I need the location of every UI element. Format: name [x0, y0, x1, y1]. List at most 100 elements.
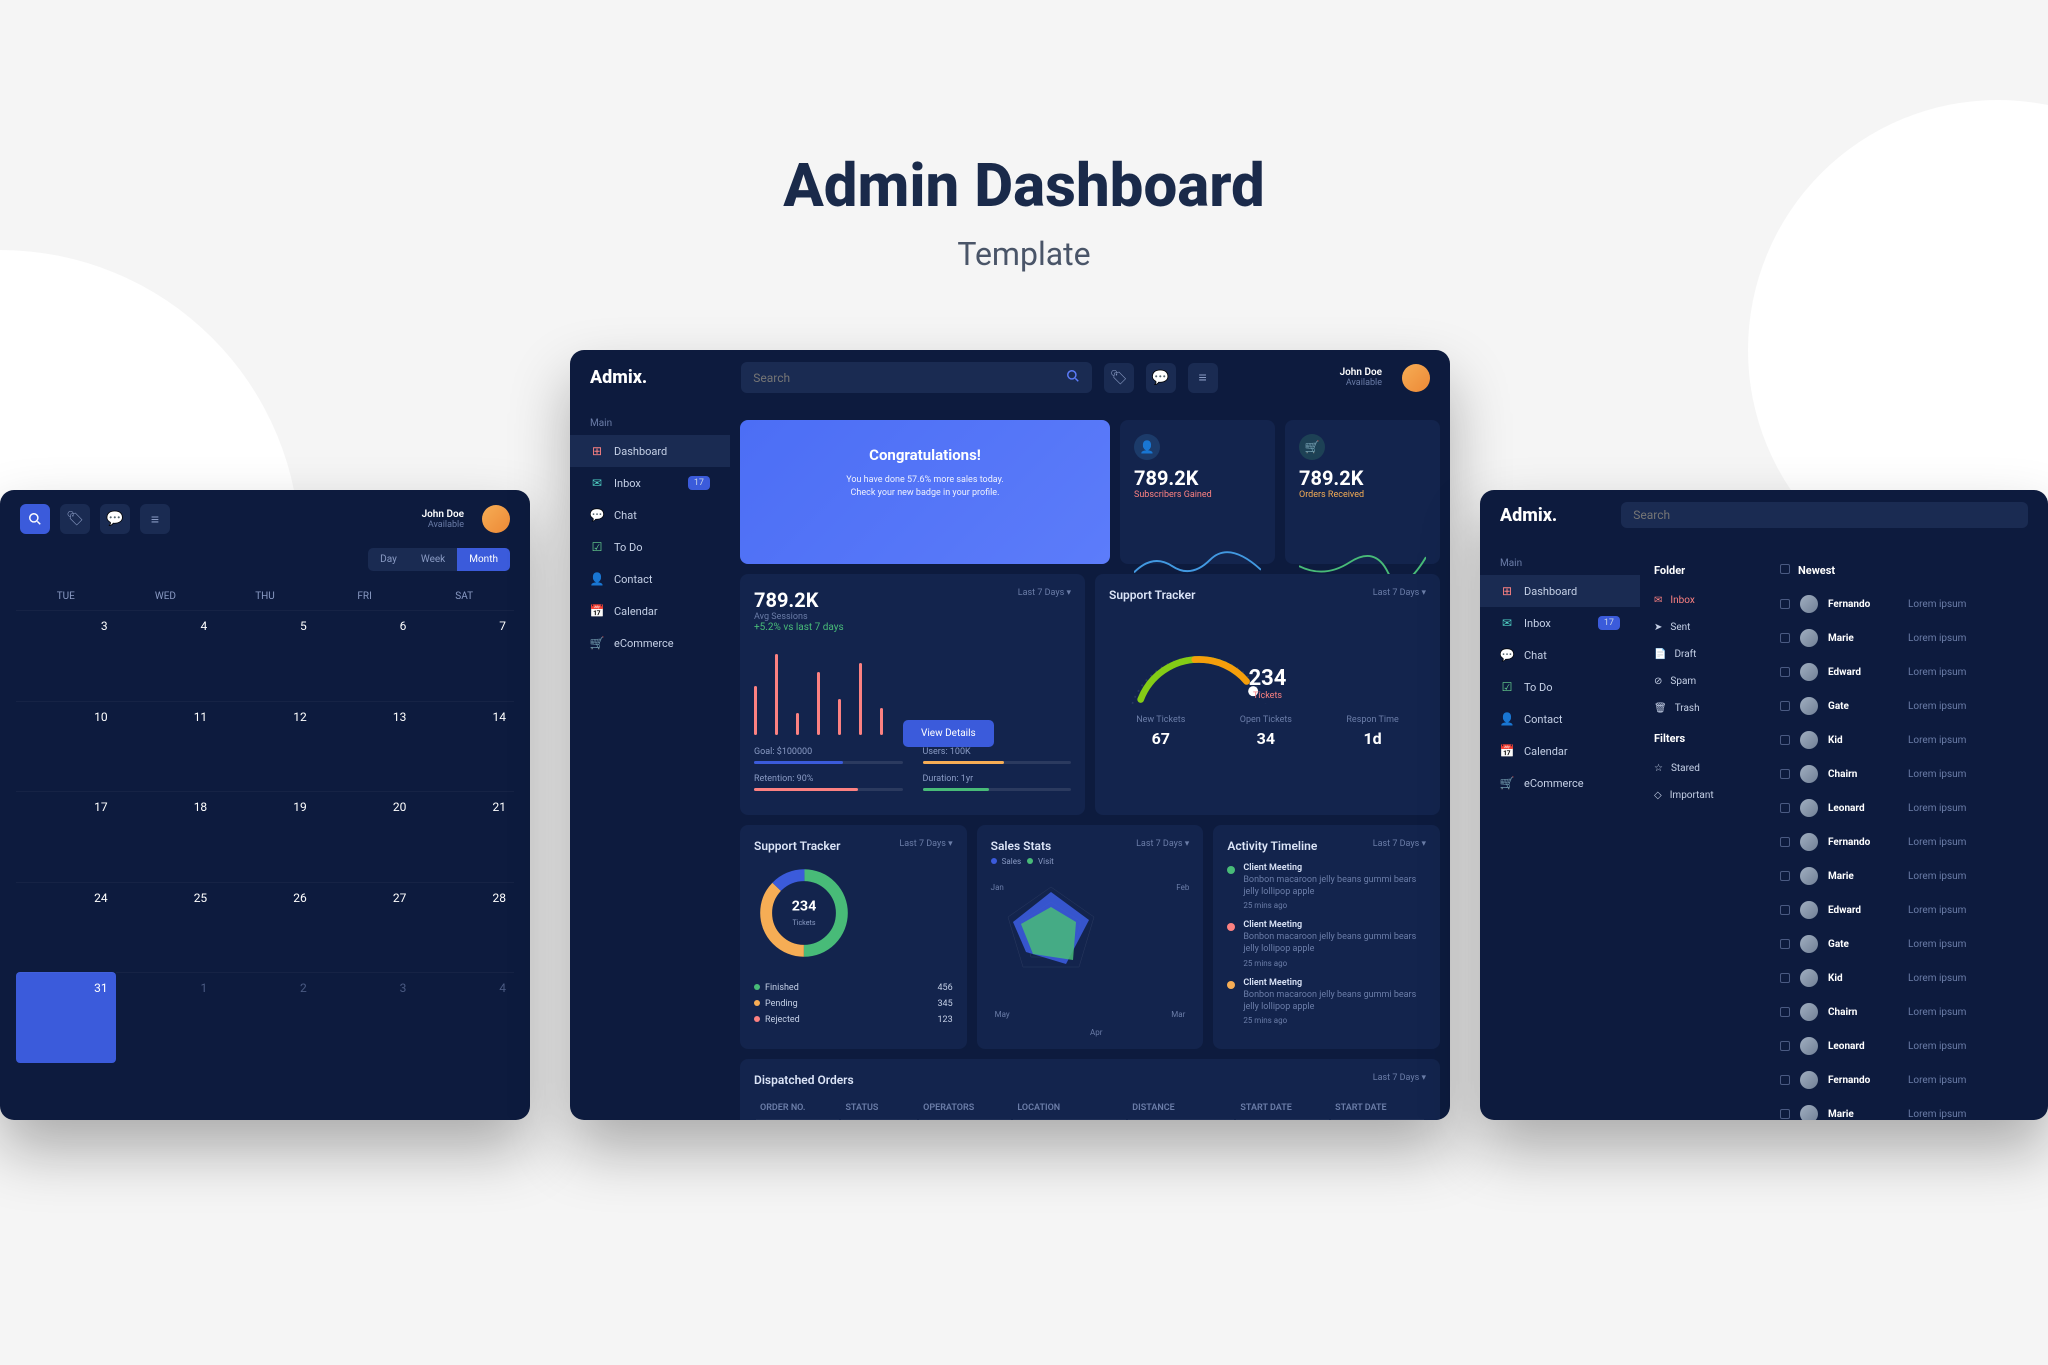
sidebar-item-to-do[interactable]: ☑To Do [1480, 671, 1640, 703]
sidebar-item-dashboard[interactable]: ⊞Dashboard [570, 435, 730, 467]
checkbox[interactable] [1780, 803, 1790, 813]
sidebar-item-chat[interactable]: 💬Chat [1480, 639, 1640, 671]
tag-icon[interactable]: 🏷 [60, 504, 90, 534]
checkbox[interactable] [1780, 939, 1790, 949]
period-dropdown[interactable]: Last 7 Days ▾ [1373, 1073, 1426, 1087]
chat-icon[interactable]: 💬 [100, 504, 130, 534]
calendar-cell[interactable]: 21 [414, 791, 514, 882]
sidebar-item-calendar[interactable]: 📅Calendar [570, 595, 730, 627]
message-row[interactable]: FernandoLorem ipsum [1760, 1063, 2048, 1097]
calendar-cell[interactable]: 25 [116, 882, 216, 973]
message-row[interactable]: EdwardLorem ipsum [1760, 893, 2048, 927]
period-dropdown[interactable]: Last 7 Days ▾ [1373, 588, 1426, 602]
sidebar-item-calendar[interactable]: 📅Calendar [1480, 735, 1640, 767]
calendar-cell[interactable]: 31 [16, 972, 116, 1063]
calendar-cell[interactable]: 3 [315, 972, 415, 1063]
calendar-cell[interactable]: 12 [215, 701, 315, 792]
checkbox[interactable] [1780, 1109, 1790, 1119]
checkbox[interactable] [1780, 735, 1790, 745]
calendar-cell[interactable]: 2 [215, 972, 315, 1063]
message-row[interactable]: FernandoLorem ipsum [1760, 825, 2048, 859]
message-row[interactable]: EdwardLorem ipsum [1760, 655, 2048, 689]
search-input[interactable] [753, 371, 1065, 385]
search-input[interactable] [1633, 508, 2016, 522]
checkbox[interactable] [1780, 1075, 1790, 1085]
calendar-cell[interactable]: 19 [215, 791, 315, 882]
message-row[interactable]: MarieLorem ipsum [1760, 1097, 2048, 1120]
sidebar-item-contact[interactable]: 👤Contact [1480, 703, 1640, 735]
checkbox[interactable] [1780, 667, 1790, 677]
period-dropdown[interactable]: Last 7 Days ▾ [1373, 839, 1426, 853]
view-week[interactable]: Week [409, 548, 457, 571]
folder-trash[interactable]: 🗑Trash [1640, 695, 1760, 722]
user-box[interactable]: John Doe Available [422, 509, 464, 530]
brand-logo[interactable]: Admix. [590, 367, 647, 388]
calendar-cell[interactable]: 17 [16, 791, 116, 882]
view-details-button[interactable]: View Details [903, 720, 994, 747]
period-dropdown[interactable]: Last 7 Days ▾ [1136, 839, 1189, 853]
user-box[interactable]: John Doe Available [1340, 367, 1382, 388]
calendar-cell[interactable]: 4 [116, 610, 216, 701]
tag-icon[interactable]: 🏷 [1104, 363, 1134, 393]
calendar-cell[interactable]: 7 [414, 610, 514, 701]
sidebar-item-inbox[interactable]: ✉Inbox17 [1480, 607, 1640, 639]
sidebar-item-ecommerce[interactable]: 🛒eCommerce [1480, 767, 1640, 799]
sidebar-item-dashboard[interactable]: ⊞Dashboard [1480, 575, 1640, 607]
folder-draft[interactable]: 📄Draft [1640, 641, 1760, 668]
sidebar-item-chat[interactable]: 💬Chat [570, 499, 730, 531]
chat-icon[interactable]: 💬 [1146, 363, 1176, 393]
avatar[interactable] [1402, 364, 1430, 392]
folder-inbox[interactable]: ✉Inbox [1640, 587, 1760, 614]
checkbox[interactable] [1780, 837, 1790, 847]
period-dropdown[interactable]: Last 7 Days ▾ [899, 839, 952, 853]
calendar-cell[interactable]: 10 [16, 701, 116, 792]
calendar-cell[interactable]: 14 [414, 701, 514, 792]
message-row[interactable]: MarieLorem ipsum [1760, 859, 2048, 893]
sidebar-item-contact[interactable]: 👤Contact [570, 563, 730, 595]
calendar-cell[interactable]: 18 [116, 791, 216, 882]
brand-logo[interactable]: Admix. [1500, 505, 1557, 526]
message-row[interactable]: LeonardLorem ipsum [1760, 1029, 2048, 1063]
filter-important[interactable]: ◇Important [1640, 782, 1760, 809]
folder-sent[interactable]: ➤Sent [1640, 614, 1760, 641]
search-icon[interactable] [20, 504, 50, 534]
calendar-cell[interactable]: 24 [16, 882, 116, 973]
view-day[interactable]: Day [368, 548, 409, 571]
calendar-cell[interactable]: 27 [315, 882, 415, 973]
calendar-cell[interactable]: 1 [116, 972, 216, 1063]
sidebar-item-inbox[interactable]: ✉Inbox17 [570, 467, 730, 499]
search-icon[interactable] [1066, 368, 1080, 387]
checkbox[interactable] [1780, 1041, 1790, 1051]
checkbox[interactable] [1780, 769, 1790, 779]
menu-icon[interactable]: ≡ [140, 504, 170, 534]
message-row[interactable]: FernandoLorem ipsum [1760, 587, 2048, 621]
period-dropdown[interactable]: Last 7 Days ▾ [1018, 588, 1071, 598]
avatar[interactable] [482, 505, 510, 533]
message-row[interactable]: GateLorem ipsum [1760, 927, 2048, 961]
message-row[interactable]: MarieLorem ipsum [1760, 621, 2048, 655]
calendar-cell[interactable]: 6 [315, 610, 415, 701]
calendar-cell[interactable]: 5 [215, 610, 315, 701]
message-row[interactable]: LeonardLorem ipsum [1760, 791, 2048, 825]
calendar-cell[interactable]: 26 [215, 882, 315, 973]
checkbox[interactable] [1780, 633, 1790, 643]
calendar-cell[interactable]: 3 [16, 610, 116, 701]
checkbox[interactable] [1780, 973, 1790, 983]
sidebar-item-to-do[interactable]: ☑To Do [570, 531, 730, 563]
calendar-cell[interactable]: 28 [414, 882, 514, 973]
message-row[interactable]: ChairnLorem ipsum [1760, 995, 2048, 1029]
checkbox[interactable] [1780, 599, 1790, 609]
checkbox[interactable] [1780, 871, 1790, 881]
menu-icon[interactable]: ≡ [1188, 363, 1218, 393]
checkbox[interactable] [1780, 905, 1790, 915]
calendar-cell[interactable]: 4 [414, 972, 514, 1063]
message-row[interactable]: KidLorem ipsum [1760, 961, 2048, 995]
checkbox[interactable] [1780, 1007, 1790, 1017]
checkbox[interactable] [1780, 701, 1790, 711]
calendar-cell[interactable]: 11 [116, 701, 216, 792]
folder-spam[interactable]: ⊘Spam [1640, 668, 1760, 695]
view-month[interactable]: Month [457, 548, 510, 571]
calendar-cell[interactable]: 20 [315, 791, 415, 882]
message-row[interactable]: ChairnLorem ipsum [1760, 757, 2048, 791]
sidebar-item-ecommerce[interactable]: 🛒eCommerce [570, 627, 730, 659]
